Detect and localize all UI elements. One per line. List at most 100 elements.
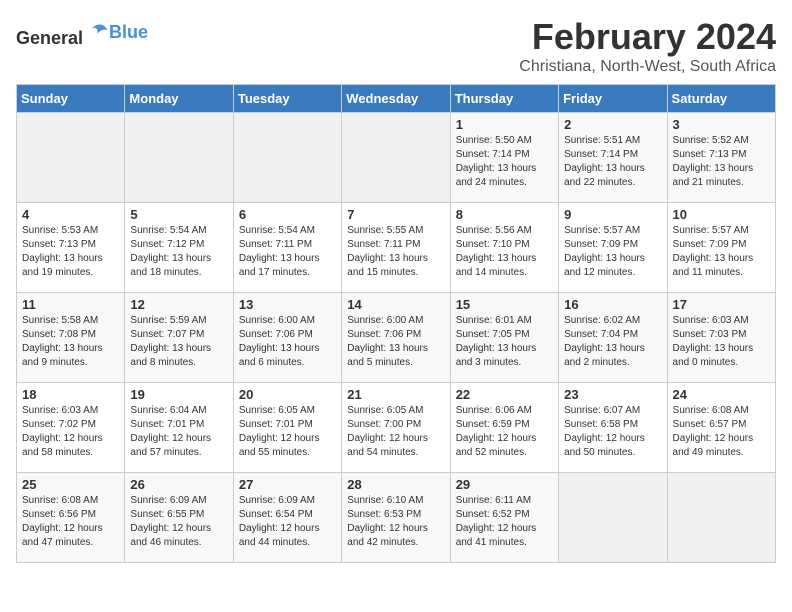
day-number: 11 <box>22 297 119 312</box>
calendar-cell: 22 Sunrise: 6:06 AM Sunset: 6:59 PM Dayli… <box>450 383 558 473</box>
day-info: Sunrise: 5:55 AM Sunset: 7:11 PM Dayligh… <box>347 224 444 280</box>
calendar-table: SundayMondayTuesdayWednesdayThursdayFrid… <box>16 84 776 563</box>
day-number: 12 <box>130 297 227 312</box>
day-info: Sunrise: 5:58 AM Sunset: 7:08 PM Dayligh… <box>22 314 119 370</box>
calendar-header-wednesday: Wednesday <box>342 85 450 113</box>
calendar-cell: 29 Sunrise: 6:11 AM Sunset: 6:52 PM Dayli… <box>450 473 558 563</box>
day-info: Sunrise: 6:03 AM Sunset: 7:02 PM Dayligh… <box>22 404 119 460</box>
logo-blue-text: Blue <box>109 22 148 43</box>
day-info: Sunrise: 5:50 AM Sunset: 7:14 PM Dayligh… <box>456 134 553 190</box>
day-number: 18 <box>22 387 119 402</box>
day-info: Sunrise: 6:10 AM Sunset: 6:53 PM Dayligh… <box>347 494 444 550</box>
day-info: Sunrise: 6:09 AM Sunset: 6:55 PM Dayligh… <box>130 494 227 550</box>
calendar-cell: 23 Sunrise: 6:07 AM Sunset: 6:58 PM Dayli… <box>559 383 667 473</box>
day-info: Sunrise: 6:08 AM Sunset: 6:57 PM Dayligh… <box>673 404 770 460</box>
calendar-cell <box>125 113 233 203</box>
calendar-cell: 11 Sunrise: 5:58 AM Sunset: 7:08 PM Dayli… <box>17 293 125 383</box>
day-number: 5 <box>130 207 227 222</box>
day-number: 2 <box>564 117 661 132</box>
calendar-cell <box>233 113 341 203</box>
day-info: Sunrise: 6:05 AM Sunset: 7:01 PM Dayligh… <box>239 404 336 460</box>
day-number: 9 <box>564 207 661 222</box>
location-title: Christiana, North-West, South Africa <box>519 58 776 76</box>
calendar-week-row: 4 Sunrise: 5:53 AM Sunset: 7:13 PM Daylig… <box>17 203 776 293</box>
day-number: 19 <box>130 387 227 402</box>
day-info: Sunrise: 6:00 AM Sunset: 7:06 PM Dayligh… <box>239 314 336 370</box>
month-title: February 2024 <box>519 16 776 58</box>
day-number: 6 <box>239 207 336 222</box>
calendar-header-saturday: Saturday <box>667 85 775 113</box>
calendar-cell: 15 Sunrise: 6:01 AM Sunset: 7:05 PM Dayli… <box>450 293 558 383</box>
calendar-cell: 20 Sunrise: 6:05 AM Sunset: 7:01 PM Dayli… <box>233 383 341 473</box>
day-info: Sunrise: 5:57 AM Sunset: 7:09 PM Dayligh… <box>673 224 770 280</box>
day-number: 3 <box>673 117 770 132</box>
calendar-cell: 16 Sunrise: 6:02 AM Sunset: 7:04 PM Dayli… <box>559 293 667 383</box>
day-number: 16 <box>564 297 661 312</box>
day-number: 21 <box>347 387 444 402</box>
day-number: 26 <box>130 477 227 492</box>
day-number: 27 <box>239 477 336 492</box>
day-info: Sunrise: 6:05 AM Sunset: 7:00 PM Dayligh… <box>347 404 444 460</box>
calendar-cell: 21 Sunrise: 6:05 AM Sunset: 7:00 PM Dayli… <box>342 383 450 473</box>
logo-bird-icon <box>85 20 109 44</box>
day-info: Sunrise: 6:08 AM Sunset: 6:56 PM Dayligh… <box>22 494 119 550</box>
day-number: 29 <box>456 477 553 492</box>
day-number: 28 <box>347 477 444 492</box>
calendar-week-row: 25 Sunrise: 6:08 AM Sunset: 6:56 PM Dayli… <box>17 473 776 563</box>
day-info: Sunrise: 5:54 AM Sunset: 7:12 PM Dayligh… <box>130 224 227 280</box>
calendar-cell <box>17 113 125 203</box>
day-info: Sunrise: 6:06 AM Sunset: 6:59 PM Dayligh… <box>456 404 553 460</box>
calendar-header-friday: Friday <box>559 85 667 113</box>
logo: General Blue <box>16 20 148 49</box>
calendar-cell: 10Sunrise: 5:57 AM Sunset: 7:09 PM Dayli… <box>667 203 775 293</box>
calendar-cell: 26 Sunrise: 6:09 AM Sunset: 6:55 PM Dayli… <box>125 473 233 563</box>
calendar-week-row: 18 Sunrise: 6:03 AM Sunset: 7:02 PM Dayli… <box>17 383 776 473</box>
calendar-cell: 24 Sunrise: 6:08 AM Sunset: 6:57 PM Dayli… <box>667 383 775 473</box>
day-info: Sunrise: 6:00 AM Sunset: 7:06 PM Dayligh… <box>347 314 444 370</box>
day-number: 1 <box>456 117 553 132</box>
day-info: Sunrise: 5:52 AM Sunset: 7:13 PM Dayligh… <box>673 134 770 190</box>
day-number: 15 <box>456 297 553 312</box>
day-info: Sunrise: 6:01 AM Sunset: 7:05 PM Dayligh… <box>456 314 553 370</box>
day-number: 7 <box>347 207 444 222</box>
day-info: Sunrise: 6:07 AM Sunset: 6:58 PM Dayligh… <box>564 404 661 460</box>
day-info: Sunrise: 6:11 AM Sunset: 6:52 PM Dayligh… <box>456 494 553 550</box>
calendar-cell: 9 Sunrise: 5:57 AM Sunset: 7:09 PM Daylig… <box>559 203 667 293</box>
calendar-cell: 13Sunrise: 6:00 AM Sunset: 7:06 PM Dayli… <box>233 293 341 383</box>
day-number: 4 <box>22 207 119 222</box>
calendar-week-row: 1 Sunrise: 5:50 AM Sunset: 7:14 PM Daylig… <box>17 113 776 203</box>
calendar-header-tuesday: Tuesday <box>233 85 341 113</box>
calendar-header-row: SundayMondayTuesdayWednesdayThursdayFrid… <box>17 85 776 113</box>
day-number: 14 <box>347 297 444 312</box>
calendar-cell: 2 Sunrise: 5:51 AM Sunset: 7:14 PM Daylig… <box>559 113 667 203</box>
calendar-header-thursday: Thursday <box>450 85 558 113</box>
calendar-cell: 27 Sunrise: 6:09 AM Sunset: 6:54 PM Dayli… <box>233 473 341 563</box>
calendar-cell: 8Sunrise: 5:56 AM Sunset: 7:10 PM Daylig… <box>450 203 558 293</box>
calendar-cell: 3 Sunrise: 5:52 AM Sunset: 7:13 PM Daylig… <box>667 113 775 203</box>
calendar-cell: 18 Sunrise: 6:03 AM Sunset: 7:02 PM Dayli… <box>17 383 125 473</box>
logo-general-text: General <box>16 20 109 49</box>
day-info: Sunrise: 5:57 AM Sunset: 7:09 PM Dayligh… <box>564 224 661 280</box>
day-number: 24 <box>673 387 770 402</box>
day-info: Sunrise: 6:09 AM Sunset: 6:54 PM Dayligh… <box>239 494 336 550</box>
day-number: 17 <box>673 297 770 312</box>
day-number: 25 <box>22 477 119 492</box>
day-info: Sunrise: 5:51 AM Sunset: 7:14 PM Dayligh… <box>564 134 661 190</box>
calendar-cell: 25 Sunrise: 6:08 AM Sunset: 6:56 PM Dayli… <box>17 473 125 563</box>
calendar-cell: 1 Sunrise: 5:50 AM Sunset: 7:14 PM Daylig… <box>450 113 558 203</box>
calendar-cell: 14 Sunrise: 6:00 AM Sunset: 7:06 PM Dayli… <box>342 293 450 383</box>
logo-text-general: General <box>16 28 83 48</box>
day-number: 8 <box>456 207 553 222</box>
day-number: 20 <box>239 387 336 402</box>
calendar-cell: 19Sunrise: 6:04 AM Sunset: 7:01 PM Dayli… <box>125 383 233 473</box>
day-info: Sunrise: 6:02 AM Sunset: 7:04 PM Dayligh… <box>564 314 661 370</box>
calendar-cell: 5 Sunrise: 5:54 AM Sunset: 7:12 PM Daylig… <box>125 203 233 293</box>
day-number: 23 <box>564 387 661 402</box>
calendar-cell: 28 Sunrise: 6:10 AM Sunset: 6:53 PM Dayli… <box>342 473 450 563</box>
day-number: 22 <box>456 387 553 402</box>
calendar-cell <box>667 473 775 563</box>
calendar-cell: 4 Sunrise: 5:53 AM Sunset: 7:13 PM Daylig… <box>17 203 125 293</box>
calendar-cell <box>342 113 450 203</box>
day-info: Sunrise: 5:53 AM Sunset: 7:13 PM Dayligh… <box>22 224 119 280</box>
calendar-cell: 6Sunrise: 5:54 AM Sunset: 7:11 PM Daylig… <box>233 203 341 293</box>
